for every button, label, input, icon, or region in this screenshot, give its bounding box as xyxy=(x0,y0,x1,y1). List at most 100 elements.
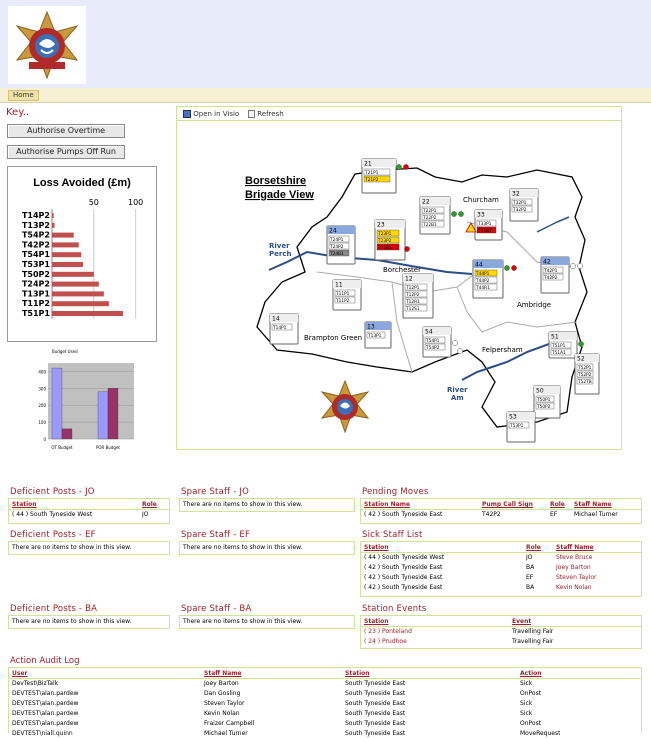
cell-station: South Tyneside East xyxy=(345,710,406,717)
table-row[interactable]: ( 42 ) South Tyneside East BA Kevin Nola… xyxy=(361,583,641,593)
tab-home[interactable]: Home xyxy=(8,90,39,101)
table-row[interactable]: ( 42 ) South Tyneside East BA Joey Barto… xyxy=(361,563,641,573)
category-label: T14P2 xyxy=(22,211,50,220)
station-box-11[interactable]: 11 T11P1T11P2 xyxy=(332,279,362,311)
budget-bar xyxy=(51,367,63,440)
table-row[interactable]: DEVTEST\alan.pardew Fraizer Campbell South… xyxy=(9,719,641,729)
column-header-role[interactable]: Role xyxy=(142,501,157,508)
station-box-24[interactable]: 24 T24P1T24P2T24B1 xyxy=(326,225,356,265)
table-row[interactable]: DevTest\BizTalk Joey Barton South Tyneside… xyxy=(9,679,641,689)
table-row[interactable]: DEVTEST\niall.quinn Michael Turner South T… xyxy=(9,729,641,739)
station-id: 22 xyxy=(422,199,430,206)
cell-user: DevTest\BizTalk xyxy=(12,680,59,687)
station-box-52[interactable]: 52 T52P1T52P2T52TB xyxy=(574,353,600,395)
loss-bar xyxy=(52,281,99,287)
station-box-51[interactable]: 51 T51P1T51A1 xyxy=(548,331,578,359)
column-header-staff-name[interactable]: Staff Name xyxy=(204,670,345,677)
station-box-12[interactable]: 12 T12P1T12P2T12R1T12S1 xyxy=(402,273,434,319)
cell-station: South Tyneside East xyxy=(345,700,406,707)
open-in-visio-link[interactable]: Open in Visio xyxy=(183,107,239,121)
station-box-33[interactable]: 33 T33P1T33B1 xyxy=(474,209,503,241)
pump-call-sign: T51P1 xyxy=(551,343,566,349)
column-header-station[interactable]: Station xyxy=(364,544,526,551)
column-header-role[interactable]: Role xyxy=(550,501,574,508)
cell-user: DEVTEST\niall.quinn xyxy=(12,730,73,737)
table-row[interactable]: DEVTEST\alan.pardew Steven Taylor South Ty… xyxy=(9,699,641,709)
table-row[interactable]: DEVTEST\alan.pardew Kevin Nolan South Tyne… xyxy=(9,709,641,719)
authorise-pumps-off-run-button[interactable]: Authorise Pumps Off Run xyxy=(7,145,125,159)
station-box-42[interactable]: 42 T42P1T42P2 xyxy=(540,256,570,294)
station-box-21[interactable]: 21 T21P1T21P2 xyxy=(361,158,397,194)
station-id: 50 xyxy=(536,388,544,395)
cell-role: EF xyxy=(526,574,534,581)
pump-call-sign: T32P2 xyxy=(512,207,527,213)
pending-moves-list: Station Name Pump Call Sign Role Staff N… xyxy=(360,498,642,524)
station-box-23[interactable]: 23 T23P1T23P2T23B1 xyxy=(374,219,406,261)
pump-call-sign: T22B1 xyxy=(422,222,437,228)
cell-station: South Tyneside East xyxy=(345,730,406,737)
station-box-13[interactable]: 13 T13P1 xyxy=(364,321,392,349)
loss-bar xyxy=(52,242,79,248)
table-row[interactable]: ( 44 ) South Tyneside West JO Steve Bruc… xyxy=(361,553,641,563)
cell-staff: Joey Barton xyxy=(204,680,239,687)
loss-bar xyxy=(52,213,54,218)
station-box-54[interactable]: 54 T54P1T54P2 xyxy=(422,326,452,358)
pending-moves-title: Pending Moves xyxy=(362,487,429,497)
column-header-role[interactable]: Role xyxy=(526,544,556,551)
station-id: 12 xyxy=(405,276,413,283)
spare-jo-title: Spare Staff - JO xyxy=(181,487,250,497)
authorise-overtime-button[interactable]: Authorise Overtime xyxy=(7,124,125,138)
table-row[interactable]: ( 23 ) Ponteland Travelling Fair xyxy=(361,627,641,637)
cell-action: Sick xyxy=(520,680,533,687)
brigade-logo[interactable] xyxy=(8,6,86,84)
category-label: T13P1 xyxy=(22,289,50,298)
cell-station: ( 24 ) Prudhoe xyxy=(364,638,407,645)
column-header-staff-name[interactable]: Staff Name xyxy=(574,501,612,508)
column-header-station[interactable]: Station xyxy=(345,670,520,677)
budget-chart-svg: Budget Used 400 300 200 100 0 OT Budget POR Bud… xyxy=(38,349,134,450)
place-borchester: Borchester xyxy=(383,266,421,274)
pump-call-sign: T23P1 xyxy=(377,231,392,237)
station-id: 23 xyxy=(377,222,385,229)
column-header-station[interactable]: Station xyxy=(364,618,512,625)
station-id: 14 xyxy=(272,316,280,323)
loss-bar xyxy=(52,252,82,258)
spare-ba-title: Spare Staff - BA xyxy=(181,604,252,614)
column-header-staff-name[interactable]: Staff Name xyxy=(556,544,594,551)
table-row[interactable]: ( 42 ) South Tyneside East EF Steven Tay… xyxy=(361,573,641,583)
pump-call-sign: T12S1 xyxy=(405,306,420,312)
cell-station: ( 42 ) South Tyneside East xyxy=(364,564,443,571)
cell-staff: Steven Taylor xyxy=(204,700,245,707)
refresh-link[interactable]: Refresh xyxy=(248,107,284,121)
table-row[interactable]: DEVTEST\alan.pardew Dan Gosling South Tyne… xyxy=(9,689,641,699)
loss-bar xyxy=(52,222,55,228)
status-indicator-icon xyxy=(404,246,410,252)
station-box-50[interactable]: 50 T50P1T50P2 xyxy=(533,385,561,419)
column-header-user[interactable]: User xyxy=(12,670,204,677)
pump-call-sign: T52P1 xyxy=(577,365,592,371)
station-events-list: Station Event ( 23 ) Ponteland Travellin… xyxy=(360,615,642,649)
column-header-station-name[interactable]: Station Name xyxy=(364,501,482,508)
action-audit-log-title: Action Audit Log xyxy=(10,656,80,666)
deficient-ef-list: There are no items to show in this view. xyxy=(8,541,170,555)
station-box-22[interactable]: 22 T22P1T22P2T22B1 xyxy=(419,196,451,235)
pump-call-sign: T52TB xyxy=(577,379,592,385)
column-header-pump-call-sign[interactable]: Pump Call Sign xyxy=(482,501,550,508)
column-header-event[interactable]: Event xyxy=(512,618,531,625)
station-box-14[interactable]: 14 T14P1 xyxy=(269,313,299,345)
station-box-53[interactable]: 53 T53P1 xyxy=(506,411,536,443)
map-title-line1: Borsetshire xyxy=(245,175,306,187)
table-row[interactable]: ( 24 ) Prudhoe Travelling Fair xyxy=(361,637,641,647)
station-id: 21 xyxy=(364,161,372,168)
column-header-station[interactable]: Station xyxy=(12,501,142,508)
cell-staff: Fraizer Campbell xyxy=(204,720,255,727)
table-row[interactable]: ( 44 ) South Tyneside West JO xyxy=(9,510,169,520)
column-header-action[interactable]: Action xyxy=(520,670,542,677)
pump-call-sign: T23P2 xyxy=(377,238,392,244)
station-id: 13 xyxy=(367,324,375,331)
table-row[interactable]: ( 42 ) South Tyneside East T42P2 EF Mich… xyxy=(361,510,641,520)
cell-staff: Michael Turner xyxy=(574,511,618,518)
station-box-32[interactable]: 32 T32P1T32P2 xyxy=(509,188,539,222)
pump-call-sign: T33P1 xyxy=(477,221,492,227)
station-box-44[interactable]: 44 T44P1T44P2T44R1 xyxy=(472,259,504,299)
